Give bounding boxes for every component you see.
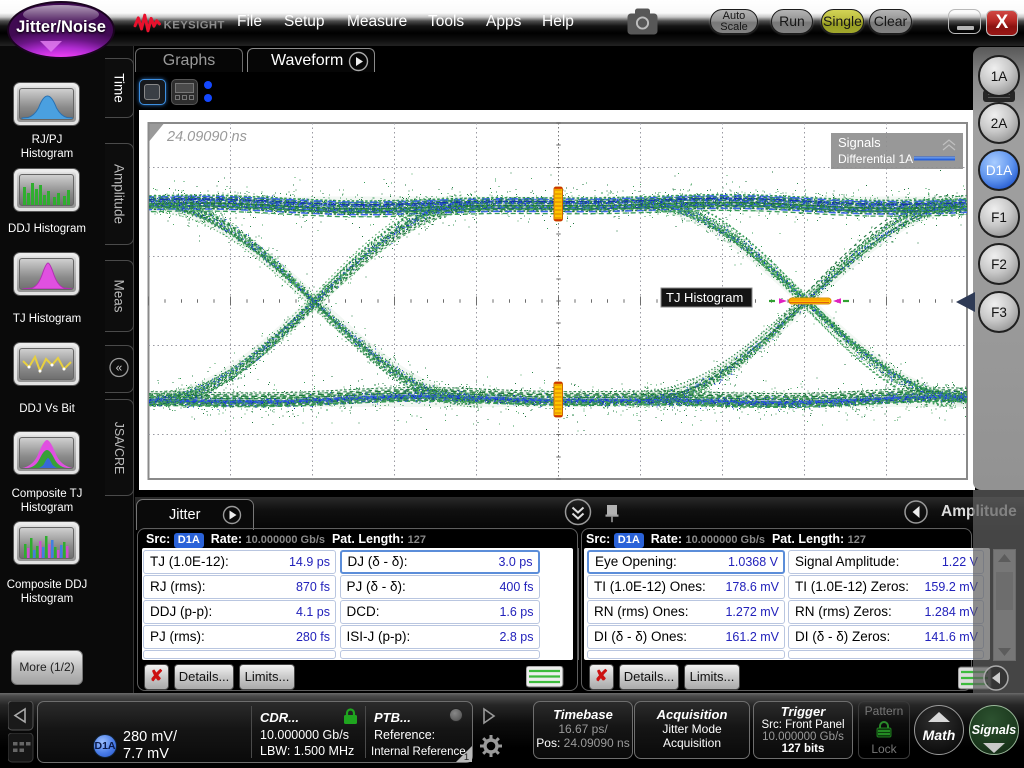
svg-text:1: 1 [464, 752, 469, 762]
svg-text:Signals: Signals [838, 135, 881, 150]
svg-text:Differential 1A: Differential 1A [838, 152, 913, 166]
svg-text:«: « [116, 361, 123, 375]
svg-text:KEYSIGHT: KEYSIGHT [164, 20, 225, 32]
svg-text:24.09090 ns: 24.09090 ns [166, 129, 247, 145]
svg-text:TJ Histogram: TJ Histogram [666, 290, 743, 305]
